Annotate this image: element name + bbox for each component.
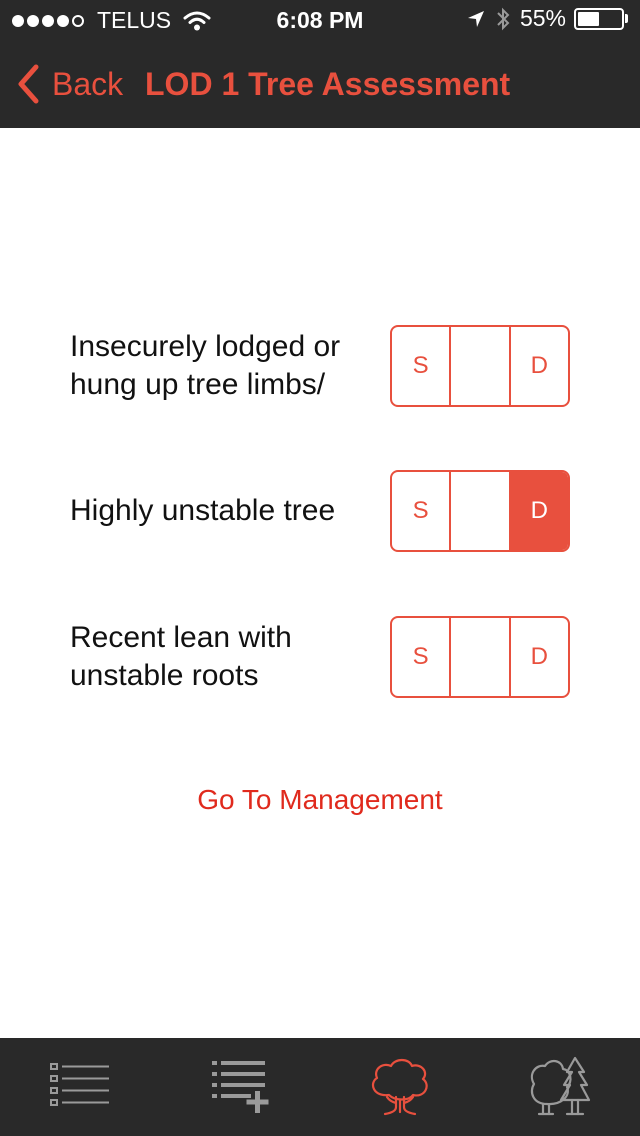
back-button[interactable]: Back — [16, 64, 123, 104]
assessment-label: Highly unstable tree — [70, 494, 336, 527]
chevron-left-icon — [18, 64, 39, 104]
assessment-label: Recent lean with unstable roots — [70, 621, 292, 692]
rating-d-button[interactable]: D — [508, 327, 568, 405]
status-right: 55% — [466, 5, 628, 32]
battery-tip — [625, 14, 628, 23]
top-bar: TELUS 6:08 PM 55% Back LOD 1 Tree Assess… — [0, 0, 640, 128]
status-bar: TELUS 6:08 PM 55% — [0, 0, 640, 40]
assessment-row: Recent lean with unstable roots S D — [70, 616, 570, 698]
battery-icon — [574, 7, 624, 30]
rating-s-button[interactable]: S — [392, 327, 449, 405]
rating-d-button[interactable]: D — [508, 618, 568, 696]
rating-selector: S D — [390, 616, 570, 698]
back-label: Back — [52, 65, 124, 102]
assessment-row: Highly unstable tree S D — [70, 470, 570, 552]
tab-list[interactable] — [0, 1038, 160, 1136]
tree-icon — [371, 1058, 428, 1116]
rating-middle-button[interactable] — [449, 472, 508, 550]
go-to-management-link[interactable]: Go To Management — [0, 784, 640, 816]
navigation-bar: Back LOD 1 Tree Assessment — [0, 40, 640, 128]
rating-middle-button[interactable] — [449, 327, 508, 405]
rating-s-button[interactable]: S — [392, 618, 449, 696]
rating-d-button[interactable]: D — [508, 472, 568, 550]
list-icon — [50, 1063, 109, 1106]
rating-s-button[interactable]: S — [392, 472, 449, 550]
tab-add-to-list[interactable] — [160, 1038, 320, 1136]
assessment-label: Insecurely lodged or hung up tree limbs/ — [70, 330, 341, 401]
rating-selector: S D — [390, 325, 570, 407]
bluetooth-icon — [497, 7, 510, 30]
battery-fill — [578, 11, 600, 26]
location-arrow-icon — [467, 10, 484, 27]
assessment-row: Insecurely lodged or hung up tree limbs/… — [70, 325, 570, 407]
rating-selector: S D — [390, 470, 570, 552]
tab-bar — [0, 1038, 640, 1136]
tab-forest[interactable] — [480, 1038, 640, 1136]
page-title: LOD 1 Tree Assessment — [145, 66, 511, 102]
list-add-icon — [212, 1061, 269, 1113]
forest-icon — [530, 1056, 591, 1116]
battery-percent: 55% — [519, 5, 566, 31]
tab-tree[interactable] — [320, 1038, 480, 1136]
rating-middle-button[interactable] — [449, 618, 508, 696]
